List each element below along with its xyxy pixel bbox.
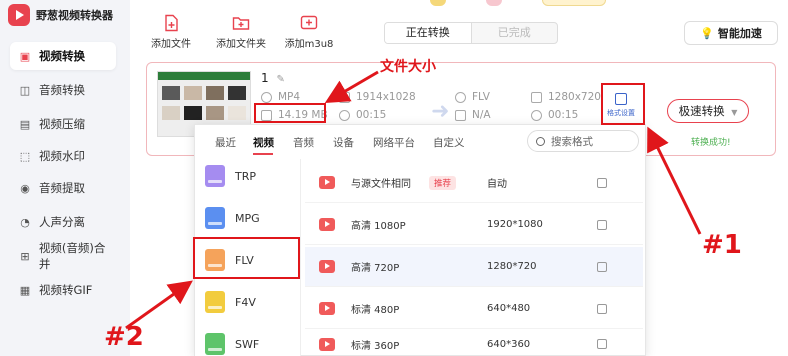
arrow-to-flv [125,280,193,330]
arrow-to-file-size [324,70,379,104]
annotation-arrows [125,70,702,330]
arrow-to-format-settings [647,126,702,235]
